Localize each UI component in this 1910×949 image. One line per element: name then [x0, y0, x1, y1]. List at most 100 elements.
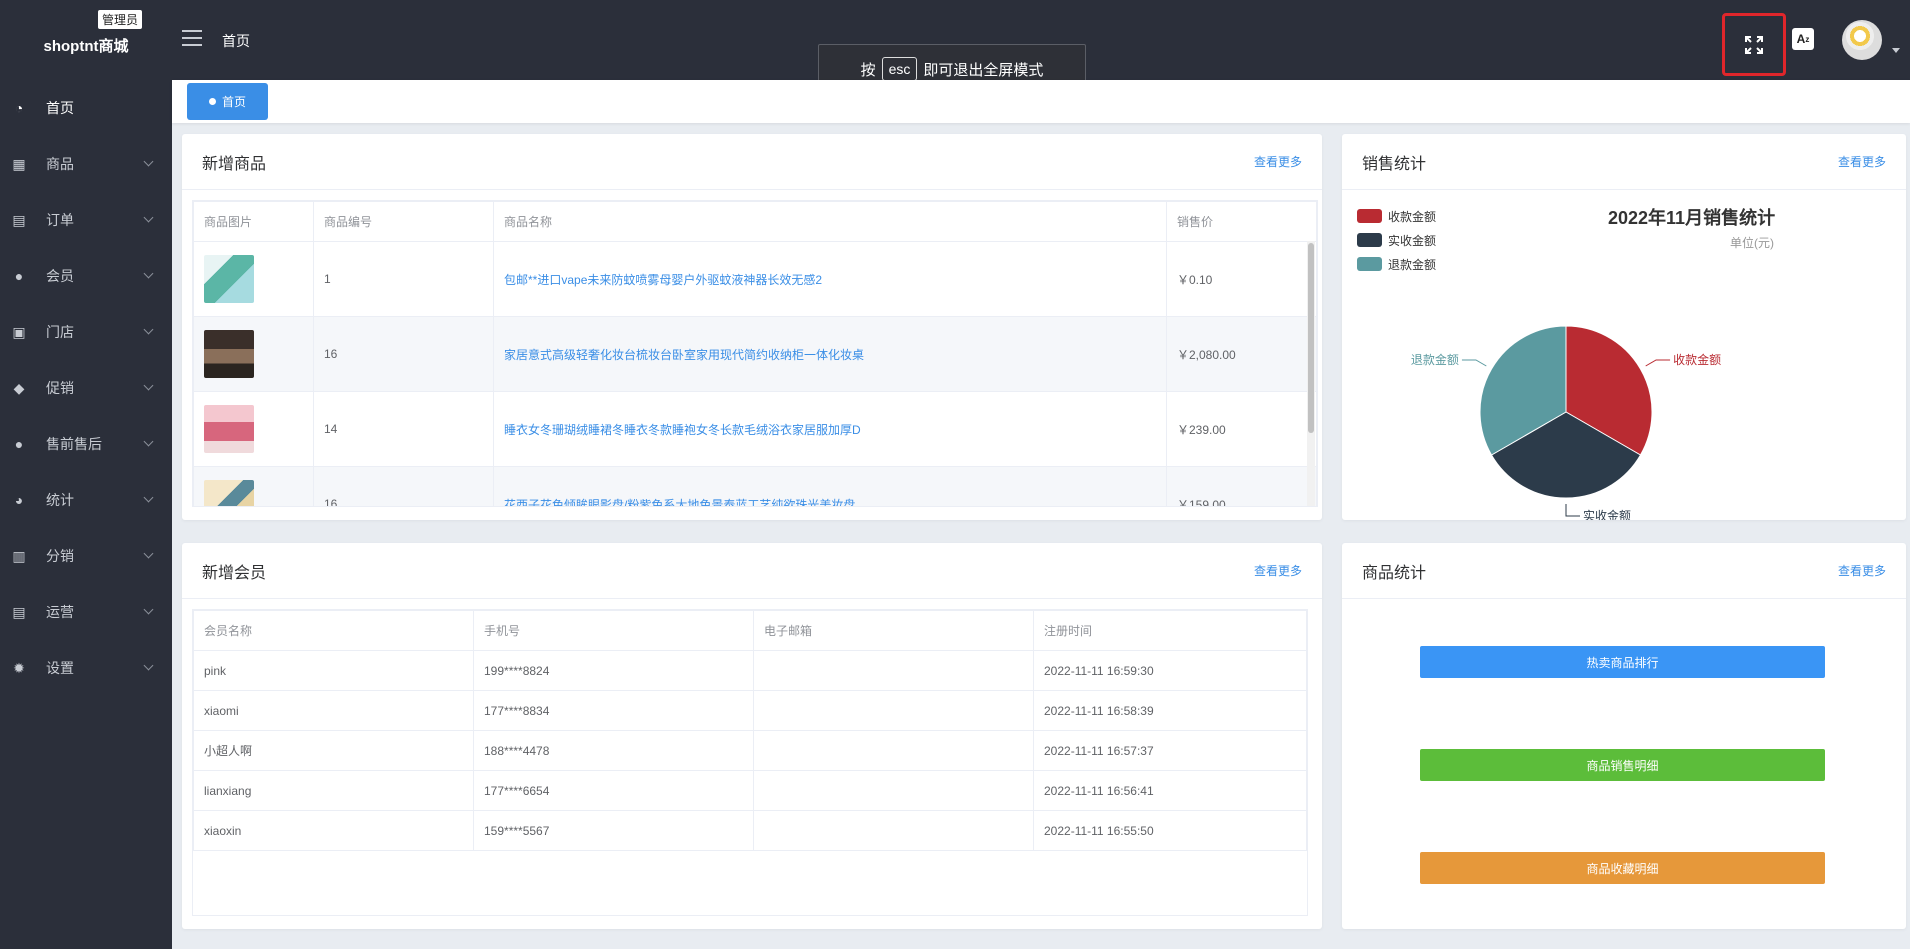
hot-goods-ranking-button[interactable]: 热卖商品排行 [1420, 646, 1825, 678]
member-register-time: 2022-11-11 16:57:37 [1033, 730, 1307, 771]
chart-subtitle: 单位(元) [1730, 236, 1774, 250]
sidebar-item[interactable]: ▥ 分销 [0, 528, 172, 584]
product-image-cell [193, 466, 314, 506]
esc-key: esc [881, 57, 918, 81]
table-row: 16 花西子花色倾眸眼影盘/粉紫色系大地色景泰蓝工艺纯欲珠光美妆盘 ￥159.00 [193, 466, 1317, 507]
pie-chart-icon: ◕ [14, 492, 24, 508]
sidebar-item-label: 分销 [46, 548, 74, 564]
sidebar-item-label: 订单 [46, 212, 74, 228]
column-header: 商品图片 [193, 201, 314, 242]
members-table: 会员名称 手机号 电子邮箱 注册时间 pink 199****8824 2022-1… [193, 610, 1307, 917]
product-name-link[interactable]: 家居意式高级轻奢化妆台梳妆台卧室家用现代简约收纳柜一体化妆桌 [504, 348, 864, 362]
sidebar-item-label: 售前售后 [46, 436, 102, 452]
tab-bar: 首页 [172, 80, 1910, 123]
member-register-time: 2022-11-11 16:56:41 [1033, 770, 1307, 811]
product-image-cell [193, 391, 314, 467]
product-id: 1 [313, 241, 494, 317]
member-name: xiaoxin [193, 810, 474, 851]
sidebar-item[interactable]: ● 会员 [0, 248, 172, 304]
legend-item[interactable]: 退款金额 [1357, 252, 1436, 276]
view-more-link[interactable]: 查看更多 [1254, 153, 1302, 170]
sidebar-item-label: 商品 [46, 156, 74, 172]
product-id: 14 [313, 391, 494, 467]
members-table-wrap: 会员名称 手机号 电子邮箱 注册时间 pink 199****8824 2022-1… [192, 609, 1308, 916]
sidebar-item[interactable]: ✹ 设置 [0, 640, 172, 696]
column-header: 商品编号 [313, 201, 494, 242]
goods-favorites-detail-button[interactable]: 商品收藏明细 [1420, 852, 1825, 884]
server-icon: ▤ [12, 603, 26, 620]
breadcrumb: 首页 [222, 33, 250, 49]
legend-label: 收款金额 [1388, 209, 1437, 224]
fullscreen-button[interactable] [1722, 13, 1786, 76]
member-name: pink [193, 650, 474, 691]
language-button[interactable]: Az [1792, 28, 1814, 50]
legend-item[interactable]: 实收金额 [1357, 228, 1436, 252]
product-name-link[interactable]: 花西子花色倾眸眼影盘/粉紫色系大地色景泰蓝工艺纯欲珠光美妆盘 [504, 498, 855, 507]
product-price: ￥2,080.00 [1166, 316, 1317, 392]
avatar[interactable] [1842, 20, 1882, 60]
view-more-link[interactable]: 查看更多 [1838, 153, 1886, 170]
member-email [753, 650, 1034, 691]
product-name-link[interactable]: 睡衣女冬珊瑚绒睡裙冬睡衣冬款睡袍女冬长款毛绒浴衣家居服加厚D [504, 423, 861, 437]
legend-label: 实收金额 [1388, 233, 1437, 248]
product-name-link[interactable]: 包邮**进口vape未来防蚊喷雾母婴户外驱蚊液神器长效无感2 [504, 273, 822, 287]
sidebar-item-label: 统计 [46, 492, 74, 508]
sidebar-item[interactable]: ▣ 门店 [0, 304, 172, 360]
member-phone: 188****4478 [473, 730, 754, 771]
goods-sales-detail-button[interactable]: 商品销售明细 [1420, 749, 1825, 781]
caret-down-icon[interactable] [1892, 48, 1900, 53]
sidebar: 管理员 shoptnt商城 ◔ 首页 ▦ 商品 ▤ 订单 ● 会员 ▣ 门店 ◆ 促销 ● 售前售后 ◕ 统计… [0, 0, 172, 949]
sidebar-item[interactable]: ▤ 运营 [0, 584, 172, 640]
scrollbar-thumb[interactable] [1308, 243, 1314, 433]
user-icon: ● [14, 436, 24, 452]
tab-home[interactable]: 首页 [187, 83, 268, 120]
sidebar-item[interactable]: ◕ 统计 [0, 472, 172, 528]
dashboard-icon: ◔ [14, 100, 24, 116]
goods-stats-panel: 商品统计 查看更多 热卖商品排行 商品销售明细 商品收藏明细 [1342, 543, 1906, 929]
member-name: lianxiang [193, 770, 474, 811]
member-email [753, 730, 1034, 771]
table-row: 1 包邮**进口vape未来防蚊喷雾母婴户外驱蚊液神器长效无感2 ￥0.10 [193, 241, 1317, 317]
pie-slice[interactable] [1479, 325, 1567, 456]
product-id: 16 [313, 466, 494, 506]
sidebar-item[interactable]: ● 售前售后 [0, 416, 172, 472]
product-price: ￥159.00 [1166, 466, 1317, 506]
column-header: 注册时间 [1033, 610, 1307, 651]
chart-title: 2022年11月销售统计 [1608, 208, 1776, 228]
sales-pie-chart: 收款金额实收金额 退款金额 [1411, 325, 1721, 520]
new-products-panel: 新增商品 查看更多 商品图片 商品编号 商品名称 销售价 1 包邮**进口vape… [182, 134, 1322, 520]
view-more-link[interactable]: 查看更多 [1838, 562, 1886, 579]
product-name-cell: 家居意式高级轻奢化妆台梳妆台卧室家用现代简约收纳柜一体化妆桌 [493, 316, 1167, 392]
panel-header: 新增会员 查看更多 [182, 543, 1322, 599]
view-more-link[interactable]: 查看更多 [1254, 562, 1302, 579]
sidebar-item[interactable]: ◆ 促销 [0, 360, 172, 416]
sidebar-item[interactable]: ▦ 商品 [0, 136, 172, 192]
member-name: xiaomi [193, 690, 474, 731]
sidebar-item[interactable]: ▤ 订单 [0, 192, 172, 248]
brand-name: shoptnt商城 [43, 37, 129, 55]
sidebar-item-label: 运营 [46, 604, 74, 620]
products-table-wrap: 商品图片 商品编号 商品名称 销售价 1 包邮**进口vape未来防蚊喷雾母婴户外… [192, 200, 1318, 507]
store-icon: ▣ [12, 323, 26, 340]
product-price: ￥239.00 [1166, 391, 1317, 467]
panel-header: 商品统计 查看更多 [1342, 543, 1906, 599]
table-scrollbar[interactable] [1307, 241, 1315, 506]
product-thumbnail[interactable] [204, 405, 254, 453]
sidebar-item[interactable]: ◔ 首页 [0, 80, 172, 136]
chart-legend: 收款金额实收金额退款金额 [1357, 204, 1436, 276]
product-thumbnail[interactable] [204, 480, 254, 506]
panel-title: 销售统计 [1362, 155, 1427, 173]
panel-header: 销售统计 查看更多 [1342, 134, 1906, 190]
product-thumbnail[interactable] [204, 330, 254, 378]
user-group-icon: ● [14, 268, 24, 284]
fullscreen-icon [1745, 35, 1763, 54]
pie-slice[interactable] [1490, 411, 1642, 499]
menu-toggle-icon[interactable] [182, 30, 202, 46]
panel-title: 新增商品 [202, 155, 267, 173]
table-row: 14 睡衣女冬珊瑚绒睡裙冬睡衣冬款睡袍女冬长款毛绒浴衣家居服加厚D ￥239.00 [193, 391, 1317, 467]
pie-slice[interactable] [1565, 325, 1653, 456]
product-thumbnail[interactable] [204, 255, 254, 303]
table-row: 16 家居意式高级轻奢化妆台梳妆台卧室家用现代简约收纳柜一体化妆桌 ￥2,080.0… [193, 316, 1317, 392]
logo-area: 管理员 shoptnt商城 [0, 0, 172, 80]
legend-item[interactable]: 收款金额 [1357, 204, 1436, 228]
